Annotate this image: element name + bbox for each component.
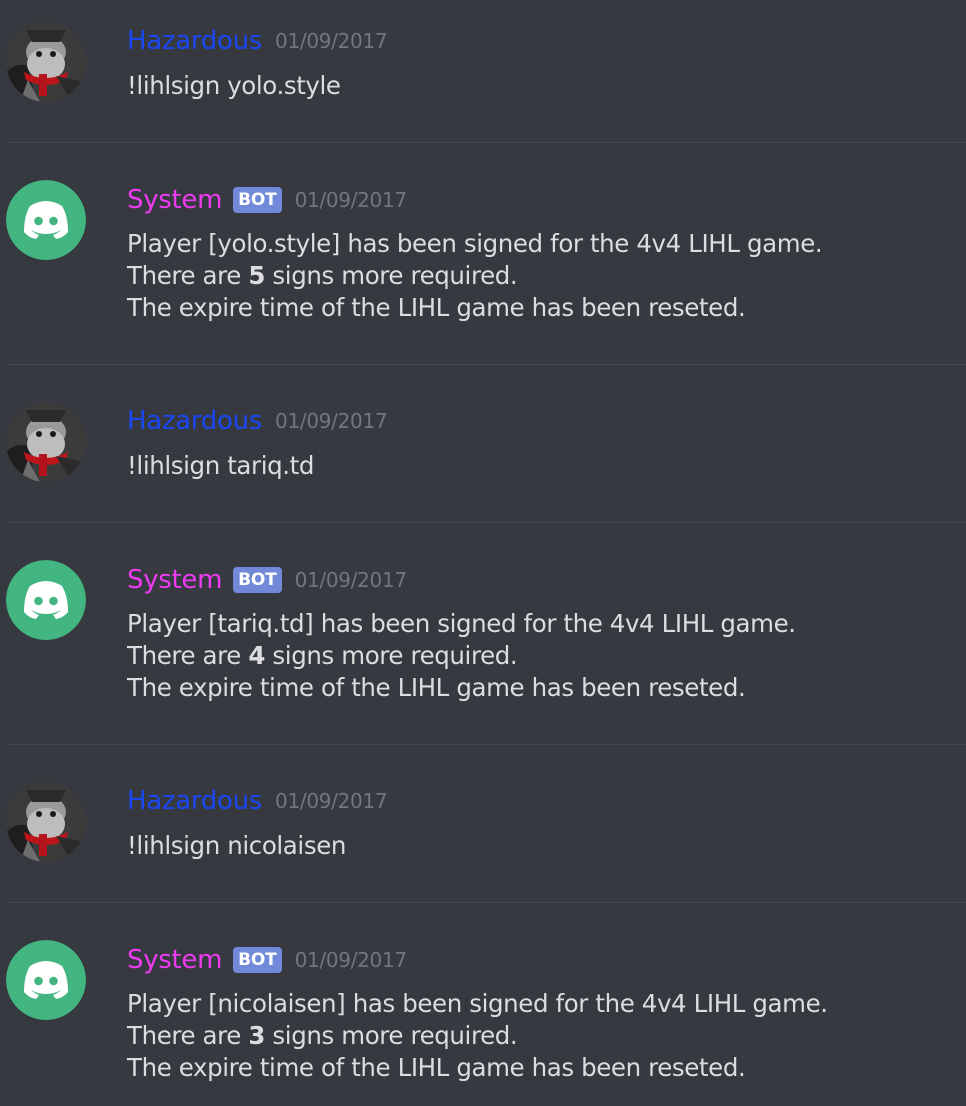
message-header: Hazardous 01/09/2017 — [127, 21, 388, 61]
username[interactable]: System — [127, 185, 222, 215]
timestamp: 01/09/2017 — [294, 188, 408, 212]
message-text: There are — [127, 641, 249, 670]
message-line: There are 4 signs more required. — [127, 640, 796, 672]
message-line: Player [tariq.td] has been signed for th… — [127, 609, 796, 638]
message-divider — [6, 902, 966, 903]
message-header: System BOT 01/09/2017 — [127, 560, 407, 600]
username[interactable]: Hazardous — [127, 406, 262, 436]
timestamp: 01/09/2017 — [294, 948, 408, 972]
message-content: Player [tariq.td] has been signed for th… — [127, 608, 796, 704]
bot-tag: BOT — [233, 187, 282, 213]
message-text: signs more required. — [265, 641, 518, 670]
discord-logo-icon[interactable] — [6, 940, 86, 1020]
message-header: System BOT 01/09/2017 — [127, 940, 407, 980]
message-text: signs more required. — [265, 1021, 518, 1050]
timestamp: 01/09/2017 — [275, 409, 388, 433]
message-content: Player [nicolaisen] has been signed for … — [127, 988, 828, 1084]
sign-count: 3 — [248, 1021, 266, 1050]
username[interactable]: System — [127, 945, 222, 975]
hazardous-avatar-icon[interactable] — [6, 22, 86, 102]
message-header: Hazardous 01/09/2017 — [127, 401, 388, 441]
message-divider — [6, 522, 966, 523]
bot-tag: BOT — [233, 947, 282, 973]
message-content: !lihlsign nicolaisen — [127, 831, 346, 860]
message-divider — [6, 744, 966, 745]
sign-count: 5 — [248, 261, 266, 290]
message-divider — [6, 142, 966, 143]
message-line: Player [yolo.style] has been signed for … — [127, 229, 823, 258]
message-line: The expire time of the LIHL game has bee… — [127, 293, 746, 322]
discord-logo-icon[interactable] — [6, 560, 86, 640]
hazardous-avatar-icon[interactable] — [6, 402, 86, 482]
message-divider — [6, 364, 966, 365]
message-content: !lihlsign tariq.td — [127, 451, 315, 480]
message-header: Hazardous 01/09/2017 — [127, 781, 388, 821]
message-line: There are 3 signs more required. — [127, 1020, 828, 1052]
timestamp: 01/09/2017 — [294, 568, 408, 592]
message-line: There are 5 signs more required. — [127, 260, 822, 292]
timestamp: 01/09/2017 — [275, 29, 388, 53]
message-text: There are — [127, 261, 249, 290]
message-line: Player [nicolaisen] has been signed for … — [127, 989, 828, 1018]
message-text: signs more required. — [265, 261, 518, 290]
message-line: The expire time of the LIHL game has bee… — [127, 1053, 746, 1082]
username[interactable]: Hazardous — [127, 786, 262, 816]
discord-logo-icon[interactable] — [6, 180, 86, 260]
message-content: Player [yolo.style] has been signed for … — [127, 228, 823, 324]
message-text: There are — [127, 1021, 249, 1050]
sign-count: 4 — [248, 641, 266, 670]
hazardous-avatar-icon[interactable] — [6, 782, 86, 862]
message-line: The expire time of the LIHL game has bee… — [127, 673, 746, 702]
username[interactable]: Hazardous — [127, 26, 262, 56]
message-header: System BOT 01/09/2017 — [127, 180, 407, 220]
username[interactable]: System — [127, 565, 222, 595]
timestamp: 01/09/2017 — [275, 789, 388, 813]
message-content: !lihlsign yolo.style — [127, 71, 341, 100]
bot-tag: BOT — [233, 567, 282, 593]
